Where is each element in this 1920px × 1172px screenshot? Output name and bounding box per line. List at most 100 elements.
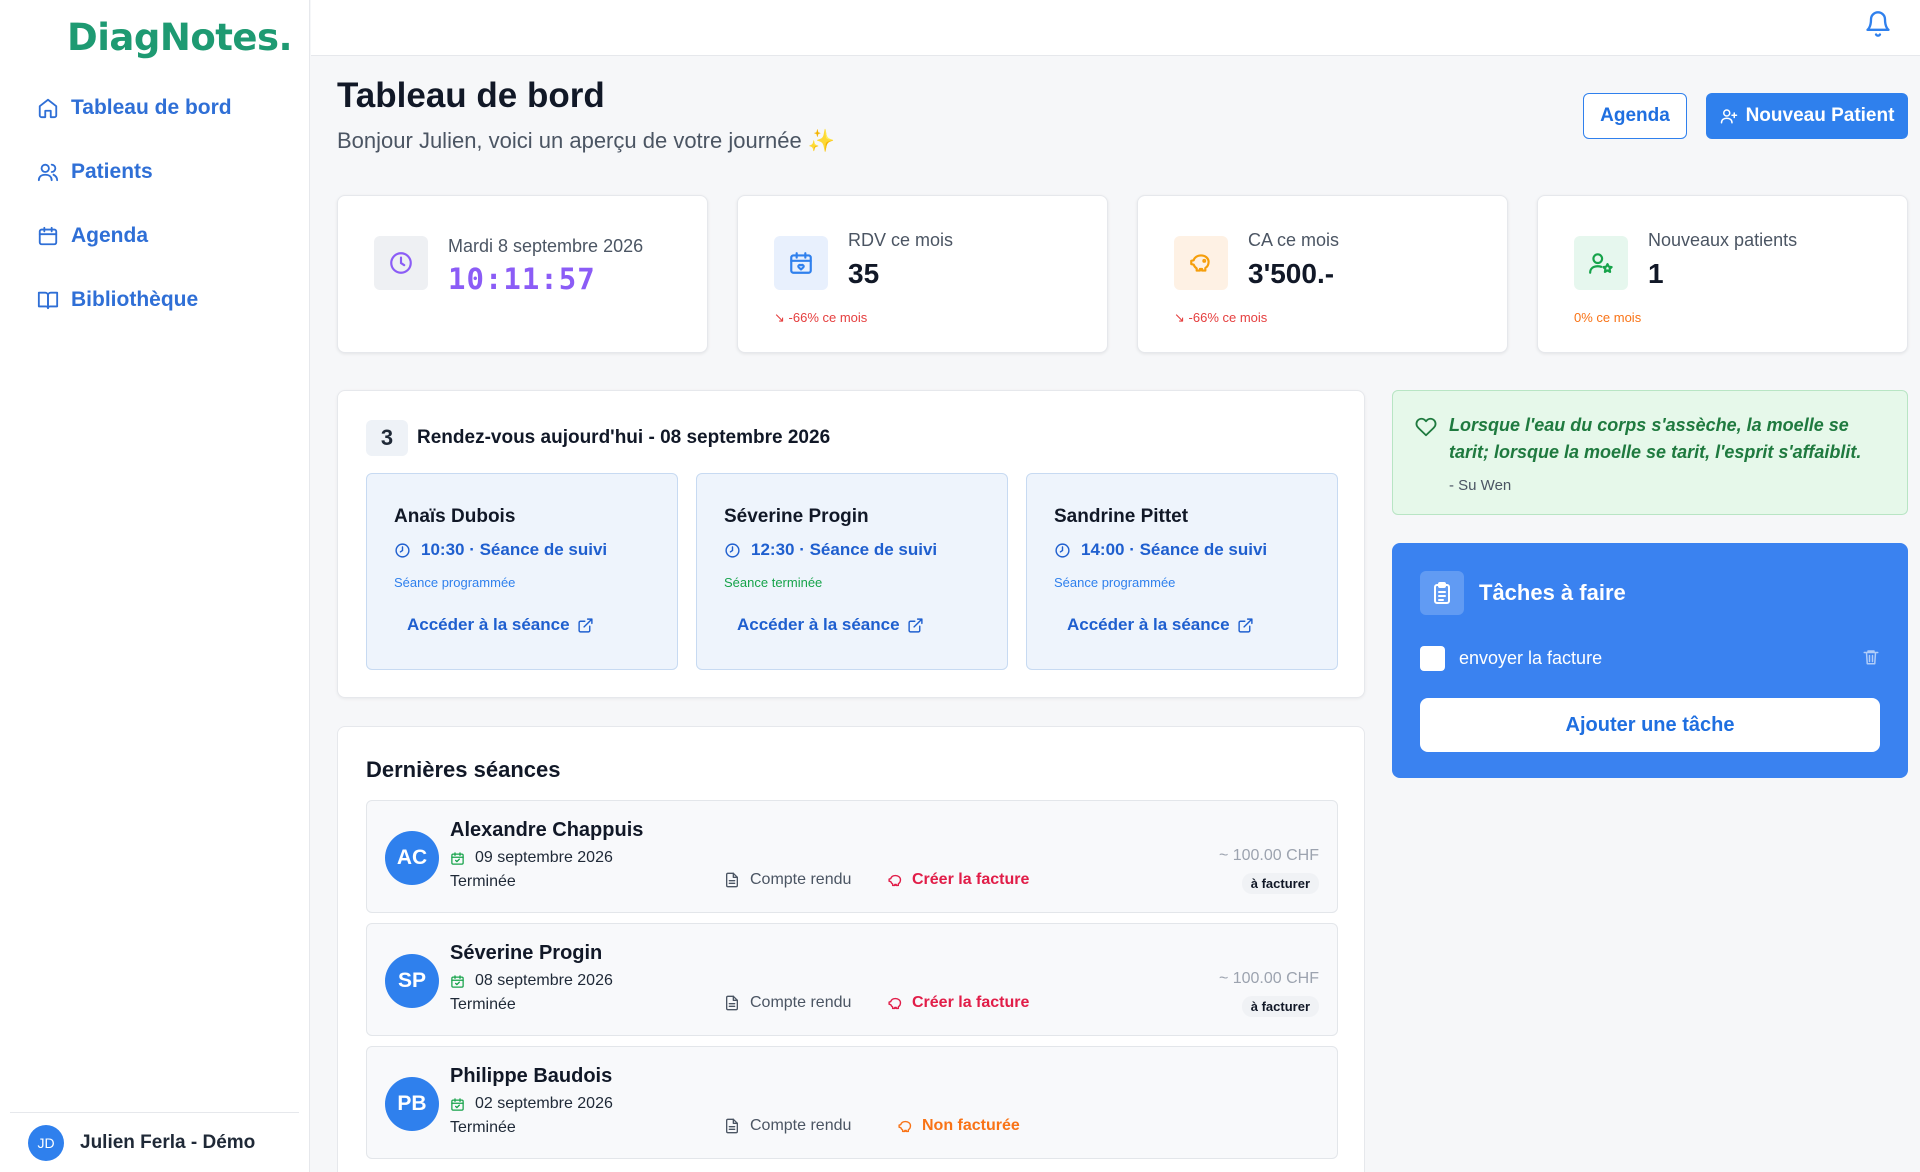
user-star-icon-wrap <box>1574 236 1628 290</box>
today-appointments-panel: 3 Rendez-vous aujourd'hui - 08 septembre… <box>337 390 1365 698</box>
home-icon <box>38 98 58 119</box>
open-session-link[interactable]: Accéder à la séance <box>1067 615 1254 635</box>
appointment-card: Sandrine Pittet 14:00 · Séance de suivi … <box>1026 473 1338 670</box>
add-task-button[interactable]: Ajouter une tâche <box>1420 698 1880 752</box>
session-status: Terminée <box>450 996 516 1013</box>
bell-icon[interactable] <box>1864 10 1892 38</box>
piggy-bank-icon <box>898 1120 912 1132</box>
session-status: Terminée <box>450 873 516 890</box>
appointment-patient-name: Sandrine Pittet <box>1054 506 1189 527</box>
open-session-link[interactable]: Accéder à la séance <box>737 615 924 635</box>
trend-down-icon: ↘ <box>774 310 785 325</box>
clock-icon <box>390 252 412 274</box>
clock-icon-wrap <box>374 236 428 290</box>
session-date-text: 09 septembre 2026 <box>475 849 613 866</box>
session-price: ~ 100.00 CHF <box>1218 847 1319 864</box>
appointment-card: Séverine Progin 12:30 · Séance de suivi … <box>696 473 1008 670</box>
report-link[interactable]: Compte rendu <box>724 871 851 889</box>
session-patient-name: Séverine Progin <box>450 942 603 964</box>
appointment-time-text: 10:30 · Séance de suivi <box>421 540 608 559</box>
session-row[interactable]: SP Séverine Progin 08 septembre 2026 Ter… <box>366 923 1338 1036</box>
sidebar-item-label: Tableau de bord <box>71 96 232 119</box>
session-row[interactable]: PB Philippe Baudois 02 septembre 2026 Te… <box>366 1046 1338 1159</box>
sidebar-item-label: Patients <box>71 160 153 183</box>
appointments-count: 3 <box>366 420 408 456</box>
ca-trend-text: -66% ce mois <box>1188 310 1268 325</box>
session-date: 08 septembre 2026 <box>450 972 613 990</box>
sidebar-item-tableau-de-bord[interactable]: Tableau de bord <box>37 88 232 128</box>
clipboard-icon <box>1434 582 1450 604</box>
appointment-time: 14:00 · Séance de suivi <box>1054 540 1267 560</box>
not-invoiced-link[interactable]: Non facturée <box>897 1117 1020 1135</box>
status-badge: à facturer <box>1241 873 1319 894</box>
sidebar-item-patients[interactable]: Patients <box>37 152 232 192</box>
report-link[interactable]: Compte rendu <box>724 1117 851 1135</box>
appointment-time: 12:30 · Séance de suivi <box>724 540 937 560</box>
calendar-check-icon <box>451 851 464 865</box>
create-invoice-link[interactable]: Créer la facture <box>887 994 1029 1012</box>
appointments-title: Rendez-vous aujourd'hui - 08 septembre 2… <box>417 427 831 448</box>
user-name: Julien Ferla - Démo <box>80 1131 256 1153</box>
open-session-label: Accéder à la séance <box>737 615 900 634</box>
appointment-time-text: 12:30 · Séance de suivi <box>751 540 938 559</box>
ca-value: 3'500.- <box>1248 258 1335 289</box>
new-patients-card: Nouveaux patients 1 0% ce mois <box>1537 195 1908 353</box>
new-patient-label: Nouveau Patient <box>1745 105 1895 126</box>
ca-label: CA ce mois <box>1248 230 1340 250</box>
user-plus-icon <box>1720 109 1737 124</box>
external-link-icon <box>1237 617 1253 633</box>
agenda-button[interactable]: Agenda <box>1583 93 1687 139</box>
page-subtitle: Bonjour Julien, voici un aperçu de votre… <box>337 128 836 153</box>
quote-text: Lorsque l'eau du corps s'assèche, la moe… <box>1449 415 1862 462</box>
new-patients-label: Nouveaux patients <box>1648 230 1798 250</box>
avatar: SP <box>385 954 439 1008</box>
appointment-status: Séance terminée <box>724 575 823 590</box>
appointment-patient-name: Séverine Progin <box>724 506 869 527</box>
rdv-card: RDV ce mois 35 ↘ -66% ce mois <box>737 195 1108 353</box>
tasks-panel: Tâches à faire envoyer la facture Ajoute… <box>1392 543 1908 778</box>
appointment-time: 10:30 · Séance de suivi <box>394 540 607 560</box>
file-text-icon <box>726 995 738 1011</box>
appointment-card: Anaïs Dubois 10:30 · Séance de suivi Séa… <box>366 473 678 670</box>
rdv-trend-text: -66% ce mois <box>788 310 868 325</box>
clock-icon <box>395 542 410 558</box>
rdv-label: RDV ce mois <box>848 230 954 250</box>
book-icon <box>37 291 59 310</box>
user-star-icon <box>1589 253 1613 274</box>
appointment-time-text: 14:00 · Séance de suivi <box>1081 540 1268 559</box>
clock-icon <box>1055 542 1070 558</box>
calendar-check-icon <box>451 974 464 988</box>
task-label: envoyer la facture <box>1459 647 1603 668</box>
tasks-title: Tâches à faire <box>1479 580 1626 605</box>
open-session-link[interactable]: Accéder à la séance <box>407 615 594 635</box>
session-price: ~ 100.00 CHF <box>1218 970 1319 987</box>
sidebar-item-bibliotheque[interactable]: Bibliothèque <box>37 280 232 320</box>
rdv-trend: ↘ -66% ce mois <box>774 310 867 326</box>
avatar: PB <box>385 1077 439 1131</box>
clock-card: Mardi 8 septembre 2026 10:11:57 <box>337 195 708 353</box>
session-patient-name: Philippe Baudois <box>450 1065 613 1087</box>
clock-time: 10:11:57 <box>448 262 596 296</box>
users-icon <box>37 163 59 182</box>
topbar <box>311 0 1920 56</box>
session-status: Terminée <box>450 1119 516 1136</box>
app-logo[interactable]: DiagNotes. <box>67 16 293 59</box>
sidebar-item-agenda[interactable]: Agenda <box>37 216 232 256</box>
trash-icon[interactable] <box>1862 648 1880 666</box>
trend-down-icon: ↘ <box>1174 310 1185 325</box>
rdv-value: 35 <box>848 258 880 289</box>
invoice-label: Non facturée <box>922 1117 1020 1134</box>
quote-author: - Su Wen <box>1449 477 1512 494</box>
new-patient-button[interactable]: Nouveau Patient <box>1706 93 1908 139</box>
daily-quote: Lorsque l'eau du corps s'assèche, la moe… <box>1392 390 1908 515</box>
task-checkbox[interactable] <box>1420 645 1445 671</box>
clipboard-icon-wrap <box>1420 571 1464 615</box>
user-profile[interactable]: JD Julien Ferla - Démo <box>10 1112 299 1172</box>
session-row[interactable]: AC Alexandre Chappuis 09 septembre 2026 … <box>366 800 1338 913</box>
file-text-icon <box>726 1118 738 1134</box>
calendar-icon <box>38 226 58 246</box>
report-link[interactable]: Compte rendu <box>724 994 851 1012</box>
invoice-label: Créer la facture <box>912 994 1030 1011</box>
sidebar-item-label: Bibliothèque <box>71 288 199 311</box>
create-invoice-link[interactable]: Créer la facture <box>887 871 1029 889</box>
